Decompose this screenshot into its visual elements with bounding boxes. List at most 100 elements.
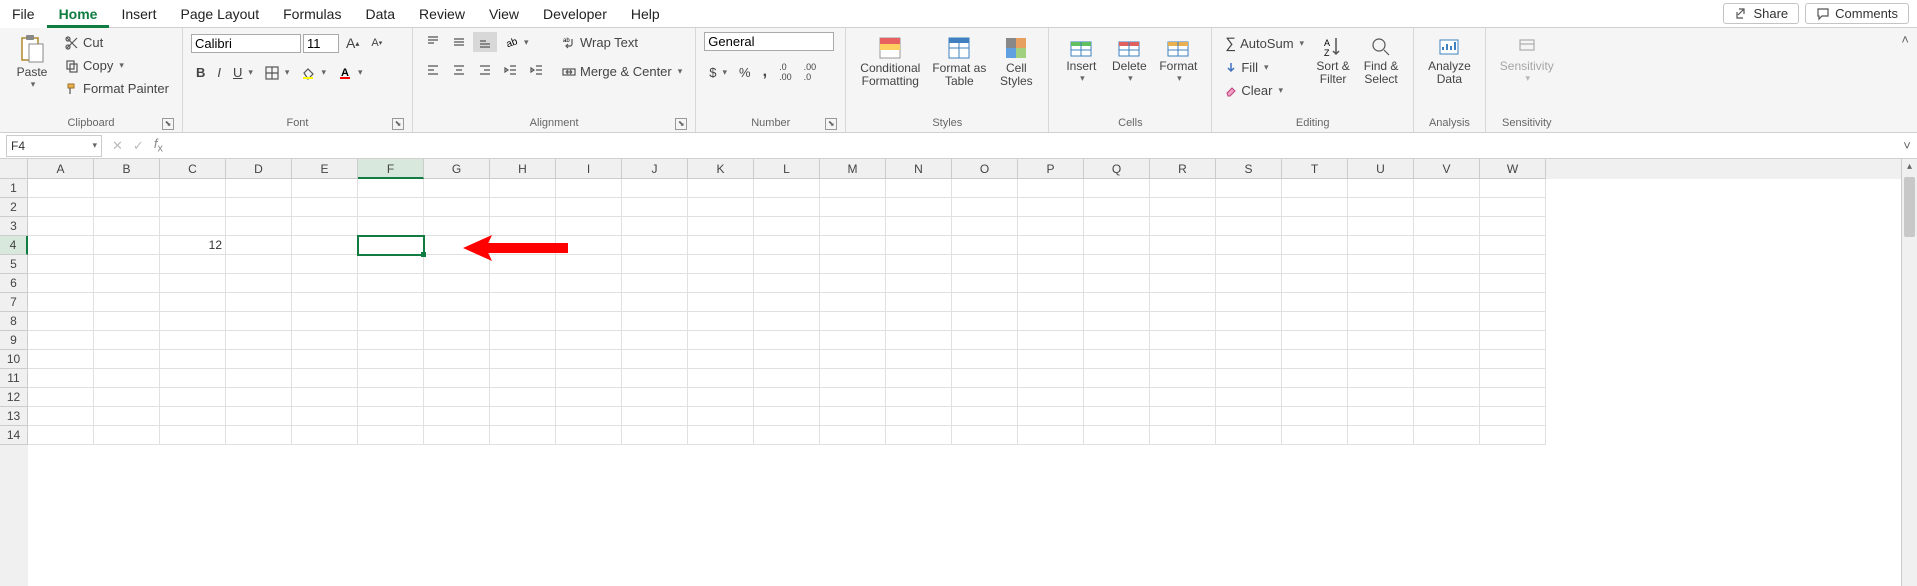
cell-L8[interactable] bbox=[754, 312, 820, 331]
row-header-8[interactable]: 8 bbox=[0, 312, 28, 331]
cell-S9[interactable] bbox=[1216, 331, 1282, 350]
merge-center-button[interactable]: Merge & Center ▾ bbox=[557, 61, 687, 82]
cell-V14[interactable] bbox=[1414, 426, 1480, 445]
cell-B14[interactable] bbox=[94, 426, 160, 445]
cell-R9[interactable] bbox=[1150, 331, 1216, 350]
clear-button[interactable]: Clear▾ bbox=[1220, 80, 1309, 101]
cell-F4[interactable] bbox=[358, 236, 424, 255]
align-left-button[interactable] bbox=[421, 60, 445, 80]
cell-C13[interactable] bbox=[160, 407, 226, 426]
cell-A3[interactable] bbox=[28, 217, 94, 236]
cell-A11[interactable] bbox=[28, 369, 94, 388]
cell-C14[interactable] bbox=[160, 426, 226, 445]
cell-R3[interactable] bbox=[1150, 217, 1216, 236]
cell-I6[interactable] bbox=[556, 274, 622, 293]
cell-J5[interactable] bbox=[622, 255, 688, 274]
cell-J14[interactable] bbox=[622, 426, 688, 445]
tab-insert[interactable]: Insert bbox=[109, 0, 168, 28]
cell-Q6[interactable] bbox=[1084, 274, 1150, 293]
column-header-C[interactable]: C bbox=[160, 159, 226, 179]
formula-input[interactable] bbox=[173, 135, 1897, 157]
select-all-corner[interactable] bbox=[0, 159, 28, 179]
expand-formula-bar-button[interactable]: ˅ bbox=[1897, 138, 1917, 153]
row-header-14[interactable]: 14 bbox=[0, 426, 28, 445]
cell-L14[interactable] bbox=[754, 426, 820, 445]
cell-N10[interactable] bbox=[886, 350, 952, 369]
cell-G3[interactable] bbox=[424, 217, 490, 236]
cell-H3[interactable] bbox=[490, 217, 556, 236]
cell-D9[interactable] bbox=[226, 331, 292, 350]
cell-T7[interactable] bbox=[1282, 293, 1348, 312]
cell-Q2[interactable] bbox=[1084, 198, 1150, 217]
cell-U2[interactable] bbox=[1348, 198, 1414, 217]
cell-J6[interactable] bbox=[622, 274, 688, 293]
number-format-combo[interactable] bbox=[704, 32, 834, 51]
cell-W5[interactable] bbox=[1480, 255, 1546, 274]
cell-J11[interactable] bbox=[622, 369, 688, 388]
cell-B11[interactable] bbox=[94, 369, 160, 388]
cell-U13[interactable] bbox=[1348, 407, 1414, 426]
cell-styles-button[interactable]: Cell Styles bbox=[992, 32, 1040, 90]
cell-H13[interactable] bbox=[490, 407, 556, 426]
cell-O6[interactable] bbox=[952, 274, 1018, 293]
delete-cells-button[interactable]: Delete▾ bbox=[1105, 32, 1153, 86]
cell-C1[interactable] bbox=[160, 179, 226, 198]
cell-N5[interactable] bbox=[886, 255, 952, 274]
underline-button[interactable]: U▾ bbox=[228, 62, 258, 83]
cell-R13[interactable] bbox=[1150, 407, 1216, 426]
cell-N9[interactable] bbox=[886, 331, 952, 350]
cell-B8[interactable] bbox=[94, 312, 160, 331]
column-header-W[interactable]: W bbox=[1480, 159, 1546, 179]
column-header-O[interactable]: O bbox=[952, 159, 1018, 179]
cell-C11[interactable] bbox=[160, 369, 226, 388]
cell-N12[interactable] bbox=[886, 388, 952, 407]
cell-E5[interactable] bbox=[292, 255, 358, 274]
cell-D1[interactable] bbox=[226, 179, 292, 198]
fill-button[interactable]: Fill▾ bbox=[1220, 57, 1309, 78]
sensitivity-button[interactable]: Sensitivity▾ bbox=[1494, 32, 1560, 86]
cell-K13[interactable] bbox=[688, 407, 754, 426]
cell-N1[interactable] bbox=[886, 179, 952, 198]
cell-G7[interactable] bbox=[424, 293, 490, 312]
cell-B1[interactable] bbox=[94, 179, 160, 198]
cell-I3[interactable] bbox=[556, 217, 622, 236]
cell-A9[interactable] bbox=[28, 331, 94, 350]
cell-P13[interactable] bbox=[1018, 407, 1084, 426]
cut-button[interactable]: Cut bbox=[60, 32, 174, 53]
tab-view[interactable]: View bbox=[477, 0, 531, 28]
cell-D3[interactable] bbox=[226, 217, 292, 236]
cell-H10[interactable] bbox=[490, 350, 556, 369]
cell-C3[interactable] bbox=[160, 217, 226, 236]
cell-G5[interactable] bbox=[424, 255, 490, 274]
cell-G13[interactable] bbox=[424, 407, 490, 426]
cell-F7[interactable] bbox=[358, 293, 424, 312]
row-header-3[interactable]: 3 bbox=[0, 217, 28, 236]
cell-S4[interactable] bbox=[1216, 236, 1282, 255]
column-header-G[interactable]: G bbox=[424, 159, 490, 179]
cell-B9[interactable] bbox=[94, 331, 160, 350]
column-header-R[interactable]: R bbox=[1150, 159, 1216, 179]
cell-E7[interactable] bbox=[292, 293, 358, 312]
cell-V9[interactable] bbox=[1414, 331, 1480, 350]
cell-V13[interactable] bbox=[1414, 407, 1480, 426]
column-header-V[interactable]: V bbox=[1414, 159, 1480, 179]
cell-K2[interactable] bbox=[688, 198, 754, 217]
cell-U14[interactable] bbox=[1348, 426, 1414, 445]
format-painter-button[interactable]: Format Painter bbox=[60, 78, 174, 99]
cell-B4[interactable] bbox=[94, 236, 160, 255]
cell-O11[interactable] bbox=[952, 369, 1018, 388]
column-header-E[interactable]: E bbox=[292, 159, 358, 179]
column-header-N[interactable]: N bbox=[886, 159, 952, 179]
scroll-thumb[interactable] bbox=[1904, 177, 1915, 237]
fill-color-button[interactable]: ▾ bbox=[296, 63, 331, 83]
cell-A2[interactable] bbox=[28, 198, 94, 217]
cell-W3[interactable] bbox=[1480, 217, 1546, 236]
cell-W14[interactable] bbox=[1480, 426, 1546, 445]
cell-N6[interactable] bbox=[886, 274, 952, 293]
cell-V1[interactable] bbox=[1414, 179, 1480, 198]
row-header-12[interactable]: 12 bbox=[0, 388, 28, 407]
cell-V6[interactable] bbox=[1414, 274, 1480, 293]
cell-R10[interactable] bbox=[1150, 350, 1216, 369]
cell-V10[interactable] bbox=[1414, 350, 1480, 369]
cell-M8[interactable] bbox=[820, 312, 886, 331]
